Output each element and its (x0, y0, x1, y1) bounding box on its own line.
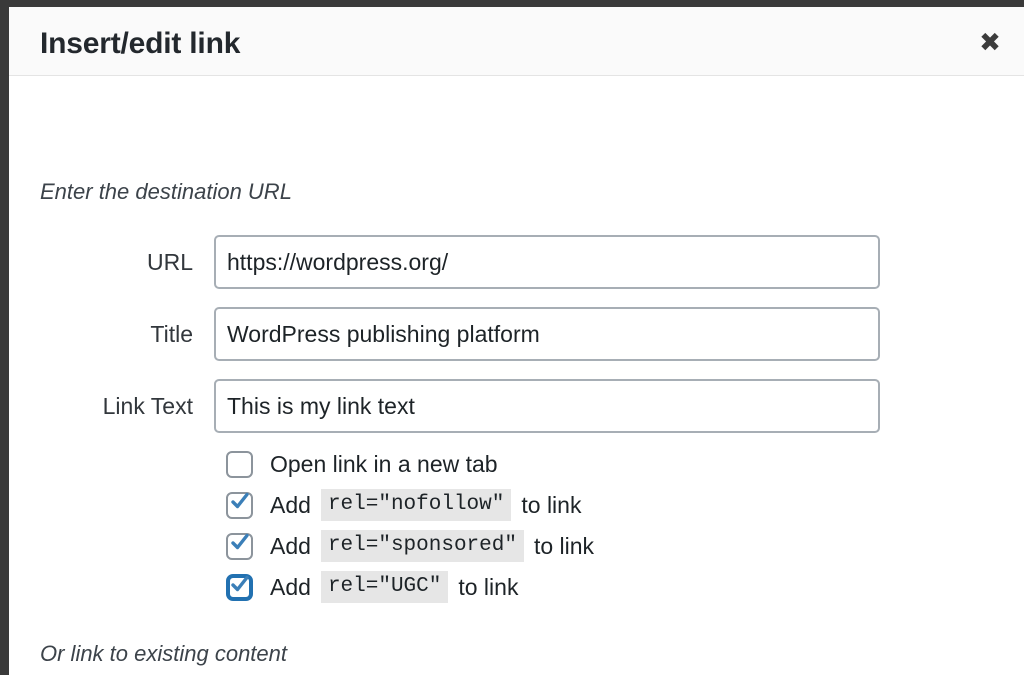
open-in-new-tab-label: Open link in a new tab (270, 450, 498, 477)
dialog-header: Insert/edit link ✖ (9, 7, 1024, 76)
rel-nofollow-code: rel="nofollow" (320, 488, 512, 522)
field-row-link-text: Link Text (9, 378, 880, 434)
title-label: Title (150, 320, 193, 347)
title-input[interactable] (214, 307, 880, 361)
insert-edit-link-dialog: Insert/edit link ✖ Enter the destination… (9, 7, 1024, 675)
screenshot-root: Insert/edit link ✖ Enter the destination… (0, 0, 1024, 675)
rel-nofollow-suffix: to link (521, 491, 582, 518)
rel-ugc-code: rel="UGC" (320, 570, 449, 604)
rel-sponsored-text: Add rel="sponsored" to link (270, 529, 595, 563)
checkmark-icon (231, 532, 249, 552)
link-text-label: Link Text (102, 392, 193, 419)
existing-content-legend: Or link to existing content (40, 641, 288, 666)
rel-nofollow-text: Add rel="nofollow" to link (270, 488, 582, 522)
checkbox-row-rel-sponsored[interactable]: Add rel="sponsored" to link (226, 528, 594, 564)
rel-ugc-checkbox[interactable] (226, 573, 253, 601)
close-icon[interactable]: ✖ (970, 23, 1010, 63)
dialog-title: Insert/edit link (40, 27, 241, 60)
open-in-new-tab-text: Open link in a new tab (270, 451, 508, 478)
rel-ugc-suffix: to link (458, 573, 519, 600)
open-in-new-tab-checkbox[interactable] (226, 450, 253, 478)
window-frame-top-edge (0, 0, 1024, 7)
checkmark-icon (231, 491, 249, 511)
link-text-input[interactable] (214, 379, 880, 433)
destination-url-legend: Enter the destination URL (40, 179, 292, 204)
window-frame-left-edge (0, 0, 9, 675)
checkbox-row-rel-nofollow[interactable]: Add rel="nofollow" to link (226, 487, 581, 523)
field-row-title: Title (9, 306, 880, 362)
url-label: URL (146, 248, 193, 275)
rel-nofollow-checkbox[interactable] (226, 491, 253, 519)
checkbox-row-open-in-new-tab[interactable]: Open link in a new tab (226, 446, 508, 482)
rel-sponsored-prefix: Add (270, 532, 311, 559)
rel-sponsored-suffix: to link (533, 532, 595, 559)
rel-ugc-prefix: Add (270, 573, 311, 600)
checkbox-row-rel-ugc[interactable]: Add rel="UGC" to link (226, 569, 518, 605)
rel-nofollow-prefix: Add (270, 491, 311, 518)
rel-ugc-text: Add rel="UGC" to link (270, 570, 519, 604)
checkmark-icon (231, 574, 249, 594)
url-input[interactable] (214, 235, 880, 289)
close-icon-glyph: ✖ (979, 28, 1001, 58)
rel-sponsored-code: rel="sponsored" (320, 529, 524, 563)
field-row-url: URL (9, 234, 880, 290)
rel-sponsored-checkbox[interactable] (226, 532, 253, 560)
